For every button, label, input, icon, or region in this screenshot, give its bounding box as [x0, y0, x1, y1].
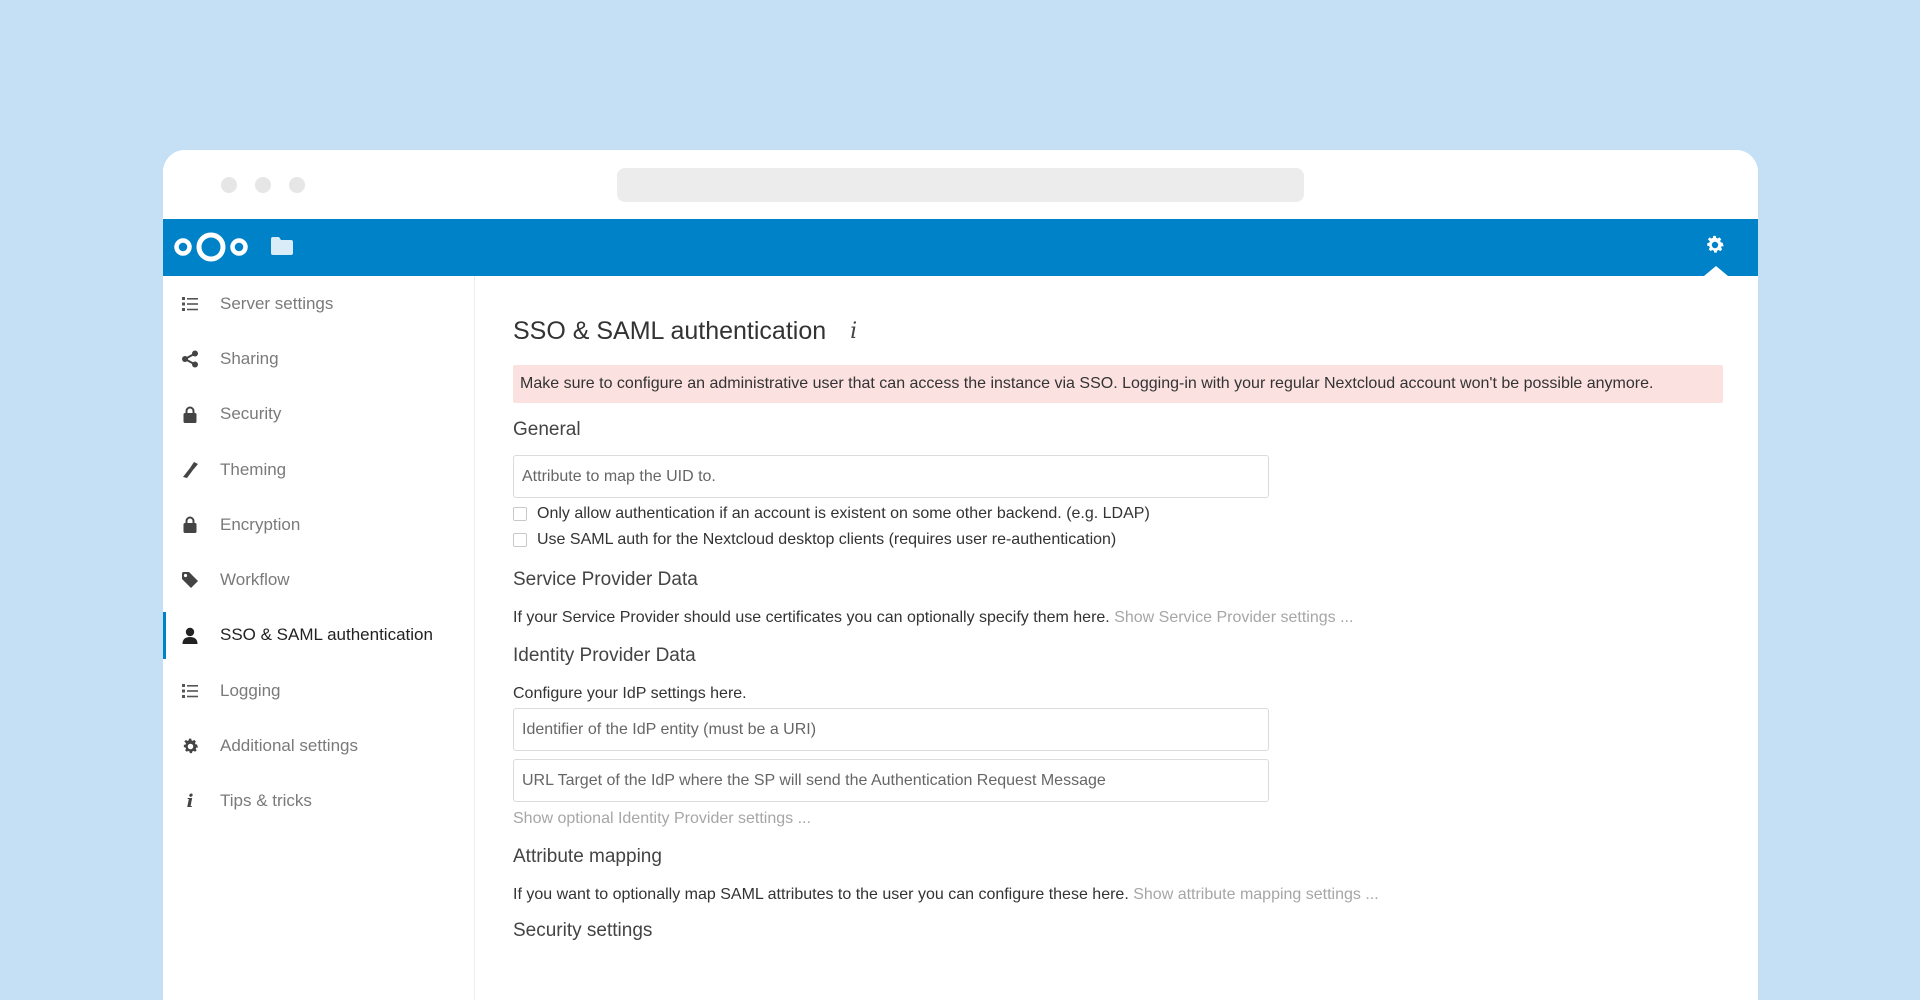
info-icon: i [186, 790, 194, 812]
sidebar-item-security[interactable]: Security [163, 387, 474, 442]
show-idp-settings-link[interactable]: Show optional Identity Provider settings… [513, 810, 1723, 828]
idp-entity-input[interactable] [513, 708, 1269, 751]
share-icon [179, 348, 201, 370]
window-controls [221, 177, 305, 193]
idp-text: Configure your IdP settings here. [513, 685, 747, 702]
desktop-clients-label: Use SAML auth for the Nextcloud desktop … [537, 531, 1117, 548]
sidebar-item-label: Security [220, 404, 282, 424]
attribute-mapping-text: If you want to optionally map SAML attri… [513, 886, 1129, 903]
general-heading: General [513, 419, 581, 440]
page-title: SSO & SAML authentication [513, 316, 827, 345]
warning-banner: Make sure to configure an administrative… [513, 365, 1723, 403]
lock-icon [179, 514, 201, 536]
list-icon [179, 293, 201, 315]
sidebar-item-workflow[interactable]: Workflow [163, 552, 474, 607]
sidebar-item-sharing[interactable]: Sharing [163, 331, 474, 386]
info-icon[interactable]: i [850, 319, 857, 344]
existing-account-option[interactable]: Only allow authentication if an account … [513, 501, 1723, 527]
list-icon [179, 680, 201, 702]
sidebar-item-label: Encryption [220, 514, 301, 534]
sp-description: If your Service Provider should use cert… [513, 609, 1723, 627]
settings-menu-caret [1704, 266, 1728, 276]
sidebar-item-theming[interactable]: Theming [163, 442, 474, 497]
user-icon [179, 624, 201, 646]
sidebar-item-label: Tips & tricks [220, 791, 312, 811]
idp-heading: Identity Provider Data [513, 645, 696, 666]
desktop-clients-checkbox[interactable] [513, 533, 527, 547]
sidebar-item-server-settings[interactable]: Server settings [163, 276, 474, 331]
gear-icon[interactable] [1704, 234, 1726, 261]
settings-sidebar: Server settings Sharing Security Theming [163, 276, 475, 1000]
idp-url-input[interactable] [513, 759, 1269, 802]
lock-icon [179, 403, 201, 425]
show-attribute-mapping-link[interactable]: Show attribute mapping settings ... [1133, 886, 1378, 903]
tag-icon [179, 569, 201, 591]
existing-account-checkbox[interactable] [513, 507, 527, 521]
sidebar-item-logging[interactable]: Logging [163, 663, 474, 718]
sidebar-item-label: Workflow [220, 570, 290, 590]
sidebar-item-label: Additional settings [220, 736, 358, 756]
sidebar-item-label: SSO & SAML authentication [220, 625, 433, 645]
brush-icon [179, 459, 201, 481]
sidebar-item-encryption[interactable]: Encryption [163, 497, 474, 552]
uid-attribute-input[interactable] [513, 455, 1269, 498]
files-icon[interactable] [270, 236, 294, 261]
attribute-mapping-description: If you want to optionally map SAML attri… [513, 886, 1723, 904]
app-body: Server settings Sharing Security Theming [163, 276, 1758, 1000]
attribute-mapping-heading: Attribute mapping [513, 846, 662, 867]
settings-content: SSO & SAML authentication i Make sure to… [475, 276, 1758, 1000]
sp-text: If your Service Provider should use cert… [513, 609, 1110, 626]
browser-titlebar [163, 150, 1758, 219]
desktop-clients-option[interactable]: Use SAML auth for the Nextcloud desktop … [513, 527, 1723, 553]
sidebar-item-sso-saml[interactable]: SSO & SAML authentication [163, 608, 474, 663]
sidebar-item-label: Server settings [220, 293, 334, 313]
show-sp-settings-link[interactable]: Show Service Provider settings ... [1114, 609, 1353, 626]
sp-heading: Service Provider Data [513, 569, 698, 590]
close-window-dot[interactable] [221, 177, 237, 193]
minimize-window-dot[interactable] [255, 177, 271, 193]
nextcloud-logo[interactable] [171, 230, 251, 269]
sidebar-item-additional-settings[interactable]: Additional settings [163, 718, 474, 773]
sidebar-item-label: Theming [220, 459, 287, 479]
sidebar-item-tips-tricks[interactable]: i Tips & tricks [163, 774, 474, 829]
security-settings-heading: Security settings [513, 920, 653, 941]
maximize-window-dot[interactable] [289, 177, 305, 193]
sidebar-item-label: Sharing [220, 348, 279, 368]
address-bar[interactable] [617, 168, 1304, 202]
section-title-row: SSO & SAML authentication i [513, 315, 1723, 347]
app-header [163, 219, 1758, 276]
existing-account-label: Only allow authentication if an account … [537, 505, 1150, 522]
gear-icon [179, 735, 201, 757]
browser-window: Server settings Sharing Security Theming [163, 150, 1758, 1000]
sidebar-item-label: Logging [220, 680, 281, 700]
